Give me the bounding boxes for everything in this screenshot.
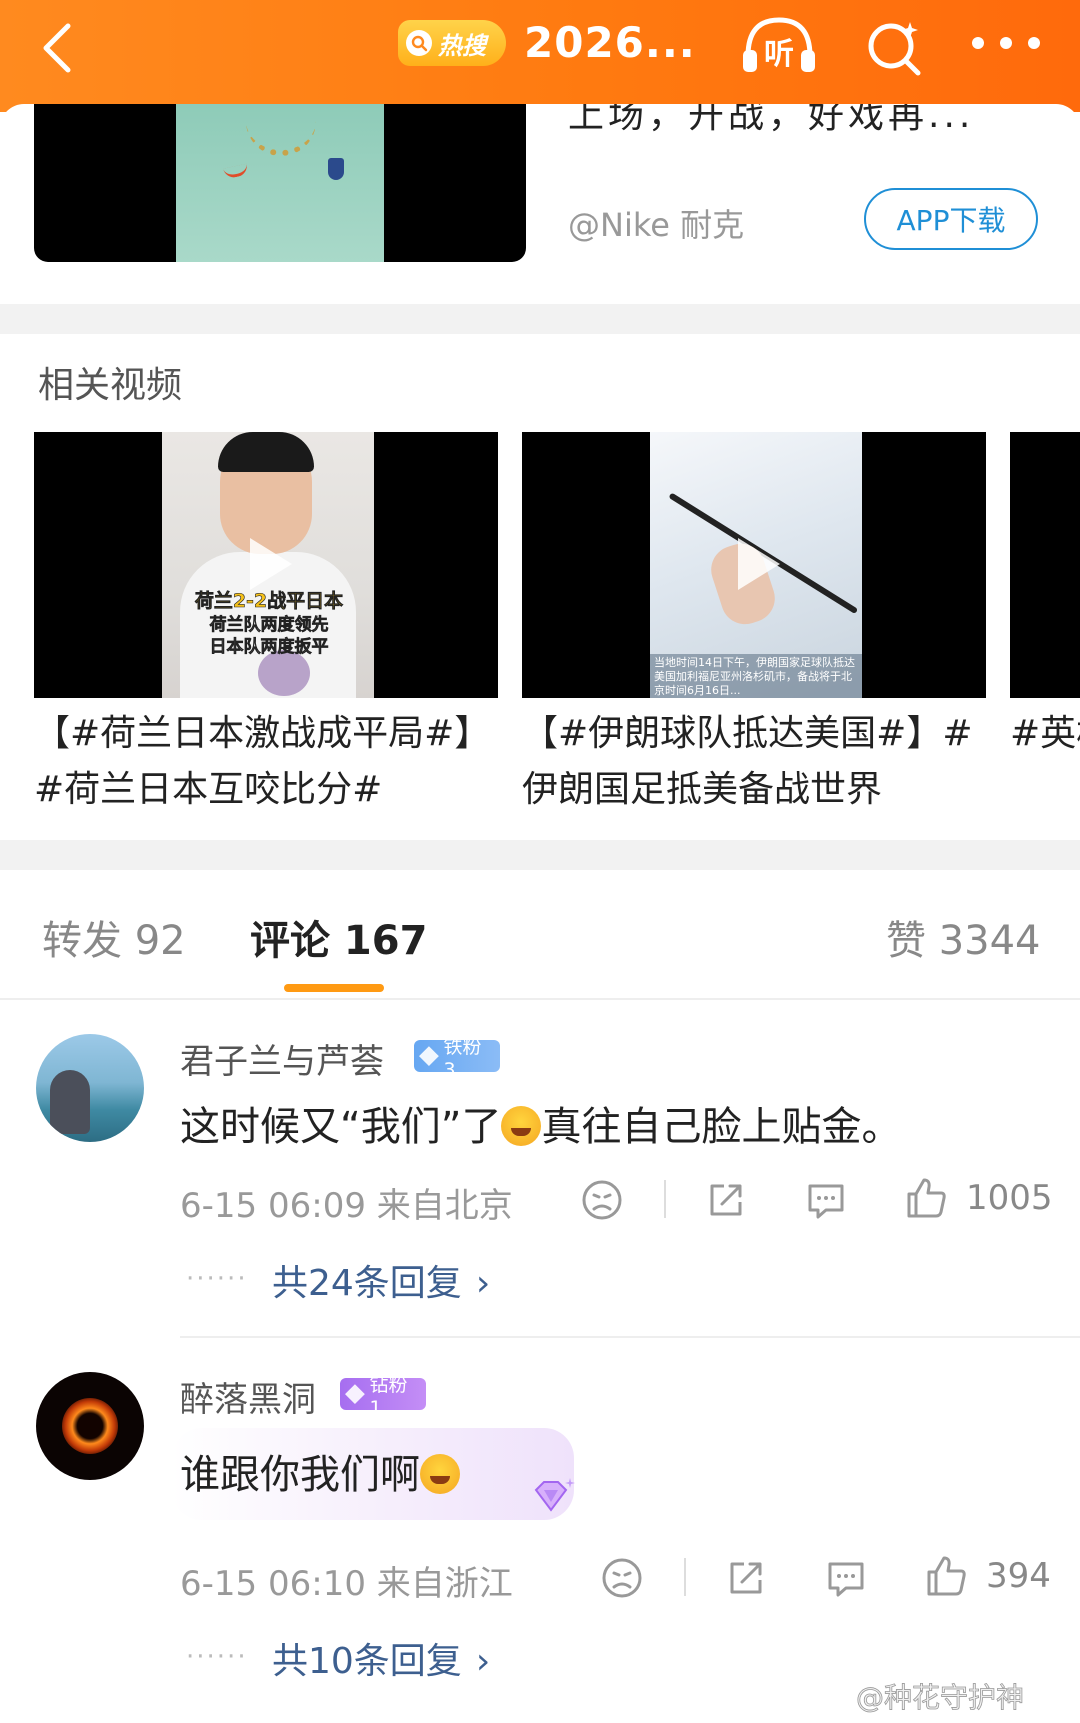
fan-badge-label: 铁粉3 (443, 1035, 482, 1081)
chevron-right-icon: › (475, 1641, 491, 1682)
chain-decoration (246, 104, 316, 156)
ad-description: 上场，开战，好戏再... (568, 104, 975, 136)
more-icon[interactable] (968, 28, 1044, 58)
back-arrow-icon[interactable] (34, 18, 84, 78)
avatar[interactable] (36, 1034, 144, 1142)
listen-label: 听 (764, 37, 794, 72)
listen-button[interactable]: 听 (738, 14, 820, 76)
active-tab-indicator (284, 984, 384, 992)
fan-badge-label: 钻粉1 (369, 1373, 408, 1419)
replies-count: 共10条回复 (272, 1641, 462, 1682)
action-divider (664, 1180, 666, 1218)
related-video-title[interactable]: #英格兰...劫# (1010, 706, 1080, 762)
reply-dots: ······ (186, 1642, 248, 1672)
hot-search-label: 热搜 (438, 30, 486, 60)
action-divider (684, 1558, 686, 1596)
like-count: 1005 (966, 1178, 1053, 1218)
ad-video-thumbnail (176, 104, 384, 262)
share-icon[interactable] (704, 1178, 748, 1222)
dislike-icon[interactable] (580, 1178, 624, 1222)
ad-card: 上场，开战，好戏再... @Nike 耐克 APP下载 (0, 104, 1080, 304)
diamond-icon (345, 1384, 365, 1404)
related-video-title[interactable]: 【#荷兰日本激战成平局#】#荷兰日本互咬比分# (34, 706, 498, 818)
nike-logo-icon (223, 163, 249, 180)
laugh-cry-emoji-icon (501, 1106, 542, 1146)
app-download-button[interactable]: APP下载 (864, 188, 1038, 250)
headphones-icon: 听 (743, 17, 815, 72)
black-hole-image (62, 1398, 118, 1454)
chevron-right-icon: › (475, 1263, 491, 1304)
search-icon (406, 30, 432, 56)
comment-text: 这时候又“我们”了 真往自己脸上贴金。 (180, 1094, 901, 1152)
fan-badge[interactable]: 铁粉3 (414, 1036, 500, 1081)
video-thumbnail: 当地时间14日下午，伊朗国家足球队抵达美国加利福尼亚州洛杉矶市，备战将于北京时间… (650, 432, 862, 698)
like-icon[interactable] (924, 1554, 968, 1598)
reply-dots: ······ (186, 1264, 248, 1294)
comment-divider (180, 1336, 1080, 1338)
diamond-icon (419, 1046, 439, 1066)
related-video-title[interactable]: 【#伊朗球队抵达美国#】#伊朗国足抵美备战世界 (522, 706, 986, 818)
related-video-card[interactable] (1010, 432, 1080, 698)
tab-like[interactable]: 赞 3344 (886, 908, 1041, 966)
username[interactable]: 醉落黑洞 (180, 1372, 316, 1421)
avatar[interactable] (36, 1372, 144, 1480)
fan-badge[interactable]: 钻粉1 (340, 1374, 426, 1419)
username[interactable]: 君子兰与芦荟 (180, 1034, 384, 1083)
comment-meta: 6-15 06:09 来自北京 (180, 1186, 513, 1226)
tabs-divider (0, 998, 1080, 1000)
video-thumbnail: 荷兰2-2战平日本 荷兰队两度领先 日本队两度扳平 (162, 432, 374, 698)
search-sparkle-icon[interactable] (864, 16, 926, 78)
watermark: @种花守护神 (856, 1681, 1025, 1715)
comment-meta: 6-15 06:10 来自浙江 (180, 1564, 513, 1604)
diamond-badge-icon (534, 1478, 575, 1512)
comment-text-part: 谁跟你我们啊 (180, 1452, 420, 1498)
video-caption: 日本队两度扳平 (209, 637, 329, 658)
person-hair (218, 432, 314, 472)
hot-search-pill[interactable]: 热搜 (398, 20, 506, 66)
like-count: 394 (986, 1556, 1051, 1596)
top-bar: 热搜 2026... 听 (0, 0, 1080, 112)
avatar-figure (50, 1070, 90, 1134)
comment-text: 谁跟你我们啊 (180, 1442, 460, 1500)
dislike-icon[interactable] (600, 1556, 644, 1600)
related-video-card[interactable]: 荷兰2-2战平日本 荷兰队两度领先 日本队两度扳平 (34, 432, 498, 698)
comment-icon[interactable] (824, 1556, 868, 1600)
comment-text-part: 这时候又“我们”了 (180, 1104, 502, 1150)
ad-video[interactable] (34, 104, 526, 262)
replies-count: 共24条回复 (272, 1263, 462, 1304)
related-videos-title: 相关视频 (38, 365, 183, 406)
section-divider (0, 840, 1080, 870)
comment-icon[interactable] (804, 1178, 848, 1222)
share-icon[interactable] (724, 1556, 768, 1600)
related-video-card[interactable]: 当地时间14日下午，伊朗国家足球队抵达美国加利福尼亚州洛杉矶市，备战将于北京时间… (522, 432, 986, 698)
like-icon[interactable] (904, 1176, 948, 1220)
play-icon[interactable] (738, 538, 780, 590)
ad-brand[interactable]: @Nike 耐克 (568, 200, 744, 246)
view-replies-link[interactable]: 共24条回复 › (272, 1254, 490, 1306)
view-replies-link[interactable]: 共10条回复 › (272, 1632, 490, 1684)
play-icon[interactable] (250, 538, 292, 590)
team-crest-icon (328, 158, 344, 180)
page-title: 2026... (524, 18, 696, 67)
tab-repost[interactable]: 转发 92 (42, 908, 186, 966)
video-caption: 荷兰2-2战平日本 (194, 590, 344, 613)
tab-comment[interactable]: 评论 167 (250, 908, 427, 966)
section-divider (0, 304, 1080, 334)
laugh-cry-emoji-icon (420, 1454, 460, 1494)
comment-text-part: 真往自己脸上贴金。 (541, 1104, 902, 1150)
video-caption: 当地时间14日下午，伊朗国家足球队抵达美国加利福尼亚州洛杉矶市，备战将于北京时间… (650, 654, 862, 698)
